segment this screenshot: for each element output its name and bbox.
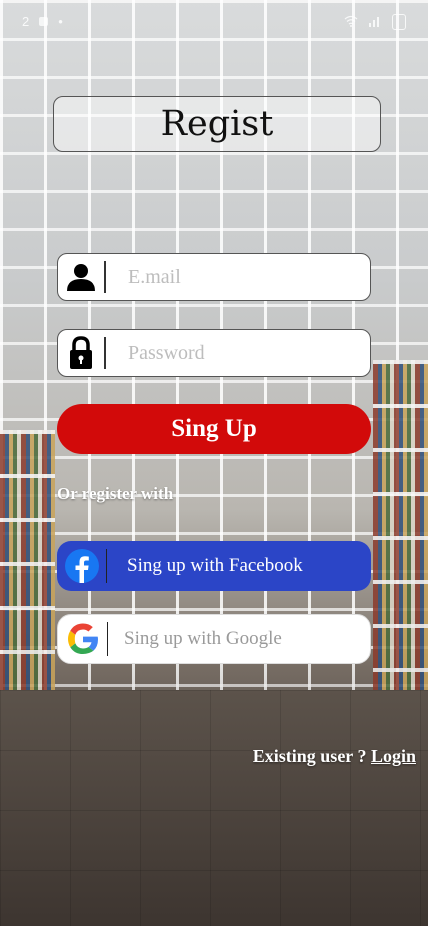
- password-field-container[interactable]: [57, 329, 371, 377]
- user-icon: [58, 261, 106, 293]
- facebook-button-label: Sing up with Facebook: [127, 555, 303, 576]
- facebook-signup-button[interactable]: Sing up with Facebook: [57, 541, 371, 591]
- status-glyph: •: [58, 14, 63, 29]
- password-field[interactable]: [126, 340, 350, 366]
- google-button-label: Sing up with Google: [124, 628, 282, 649]
- page-title: Regist: [160, 104, 274, 144]
- wifi-icon: [344, 15, 358, 30]
- status-left: 2 •: [22, 14, 63, 29]
- page-title-box: Regist: [53, 96, 381, 152]
- facebook-icon: [57, 549, 107, 583]
- existing-user-text: Existing user ?: [252, 746, 371, 766]
- bookshelf-left: [0, 430, 55, 690]
- status-bar: 2 •: [0, 0, 428, 40]
- status-time: 2: [22, 14, 30, 29]
- google-signup-button[interactable]: Sing up with Google: [57, 614, 371, 664]
- lock-icon: [58, 336, 106, 369]
- sign-up-button[interactable]: Sing Up: [57, 404, 371, 454]
- login-link[interactable]: Login: [371, 746, 416, 766]
- battery-icon: [392, 14, 406, 30]
- bookshelf-right: [373, 360, 428, 720]
- email-field-container[interactable]: [57, 253, 371, 301]
- status-right: [344, 14, 406, 30]
- google-icon: [58, 622, 108, 656]
- or-register-label: Or register with: [57, 484, 174, 503]
- floor: [0, 690, 428, 926]
- email-field[interactable]: [126, 264, 350, 290]
- signal-icon: [368, 15, 382, 30]
- notification-icon: [39, 17, 49, 26]
- existing-user-row: Existing user ? Login: [253, 746, 416, 767]
